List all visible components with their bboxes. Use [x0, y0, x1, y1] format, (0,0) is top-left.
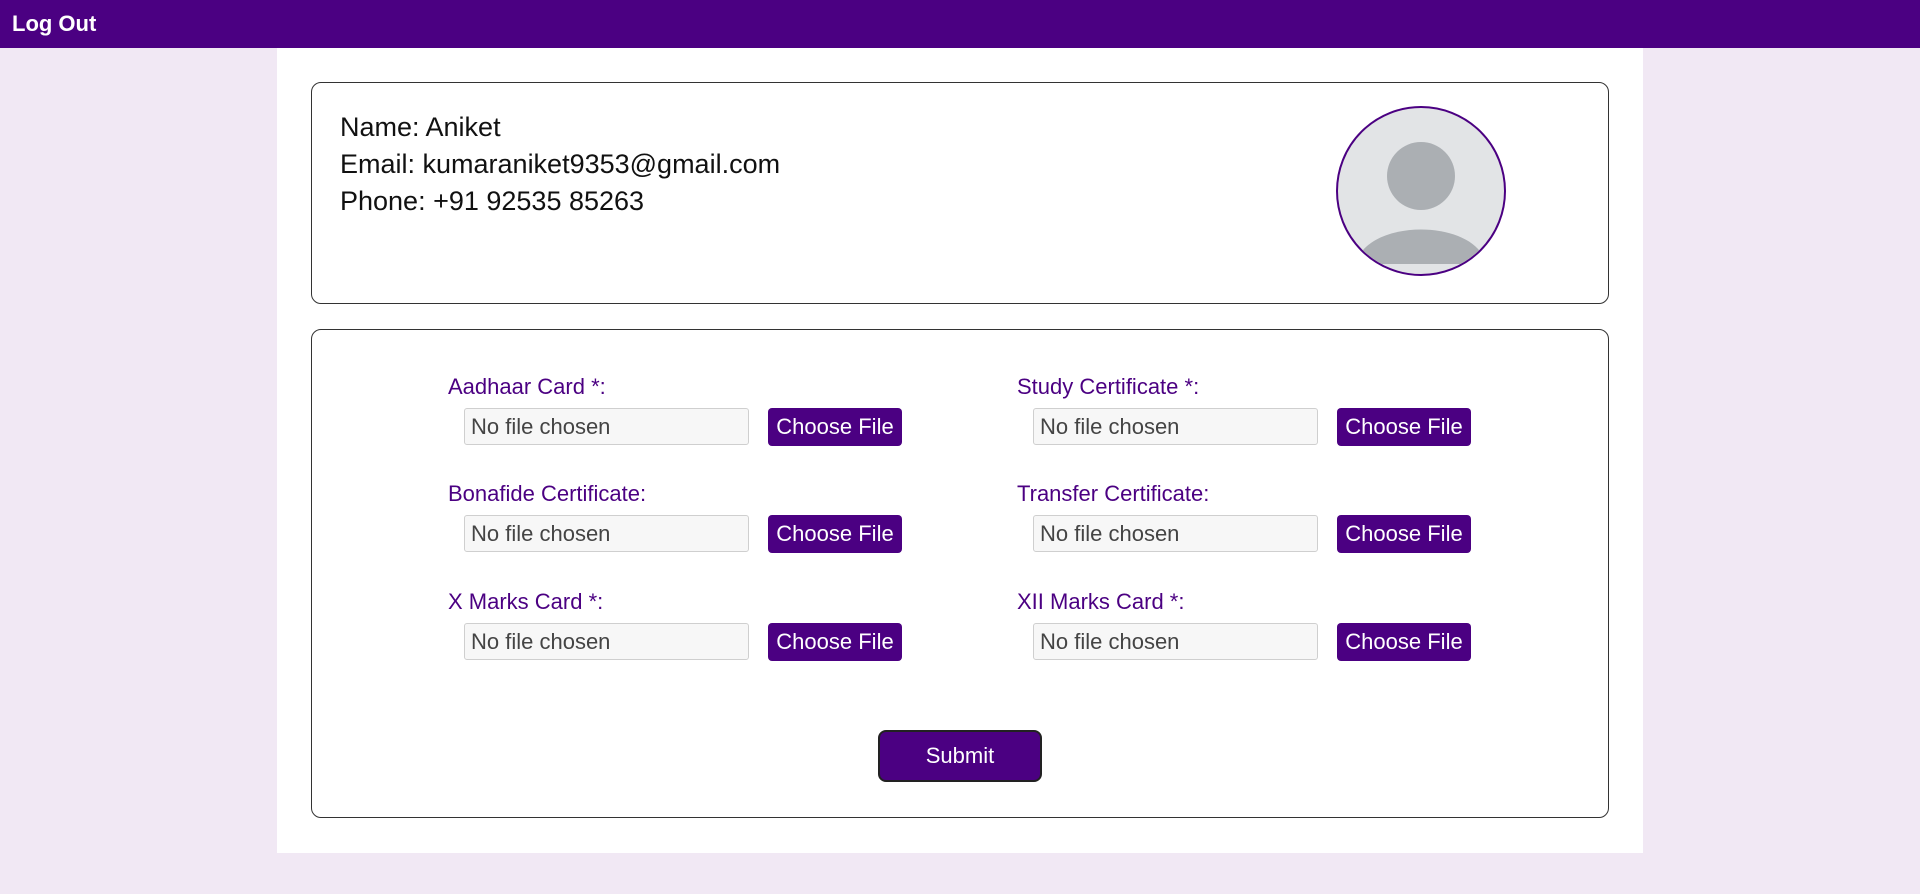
file-status: No file chosen — [464, 408, 749, 445]
field-label: Study Certificate *: — [1017, 374, 1200, 399]
main-container: Name: Aniket Email: kumaraniket9353@gmai… — [277, 48, 1643, 853]
profile-phone: Phone: +91 92535 85263 — [340, 186, 645, 216]
upload-field-x-marks-card: X Marks Card *: No file chosen Choose Fi… — [448, 589, 908, 669]
choose-file-button-xii-marks-card[interactable]: Choose File — [1337, 623, 1471, 661]
avatar-silhouette — [1356, 142, 1486, 264]
upload-field-aadhaar: Aadhaar Card *: No file chosen Choose Fi… — [448, 374, 908, 454]
profile-email: Email: kumaraniket9353@gmail.com — [340, 149, 781, 179]
upload-field-xii-marks-card: XII Marks Card *: No file chosen Choose … — [1017, 589, 1477, 669]
field-label: XII Marks Card *: — [1017, 589, 1185, 614]
profile-card: Name: Aniket Email: kumaraniket9353@gmai… — [311, 82, 1609, 304]
field-label: Bonafide Certificate: — [448, 481, 647, 506]
field-label: X Marks Card *: — [448, 589, 604, 614]
field-label: Transfer Certificate: — [1017, 481, 1210, 506]
choose-file-button-aadhaar[interactable]: Choose File — [768, 408, 902, 446]
file-status: No file chosen — [464, 623, 749, 660]
choose-file-button-study-certificate[interactable]: Choose File — [1337, 408, 1471, 446]
upload-field-bonafide: Bonafide Certificate: No file chosen Cho… — [448, 481, 908, 561]
top-navbar: Log Out — [0, 0, 1920, 48]
logout-button[interactable]: Log Out — [12, 11, 96, 37]
file-status: No file chosen — [1033, 515, 1318, 552]
submit-button[interactable]: Submit — [878, 730, 1042, 782]
upload-field-study-certificate: Study Certificate *: No file chosen Choo… — [1017, 374, 1477, 454]
field-label: Aadhaar Card *: — [448, 374, 606, 399]
user-avatar-icon — [1336, 106, 1506, 276]
file-status: No file chosen — [464, 515, 749, 552]
profile-info: Name: Aniket Email: kumaraniket9353@gmai… — [340, 109, 780, 220]
choose-file-button-x-marks-card[interactable]: Choose File — [768, 623, 902, 661]
upload-field-transfer-certificate: Transfer Certificate: No file chosen Cho… — [1017, 481, 1477, 561]
choose-file-button-bonafide[interactable]: Choose File — [768, 515, 902, 553]
file-status: No file chosen — [1033, 623, 1318, 660]
choose-file-button-transfer-certificate[interactable]: Choose File — [1337, 515, 1471, 553]
profile-name: Name: Aniket — [340, 112, 501, 142]
document-upload-form: Aadhaar Card *: No file chosen Choose Fi… — [311, 329, 1609, 818]
file-status: No file chosen — [1033, 408, 1318, 445]
